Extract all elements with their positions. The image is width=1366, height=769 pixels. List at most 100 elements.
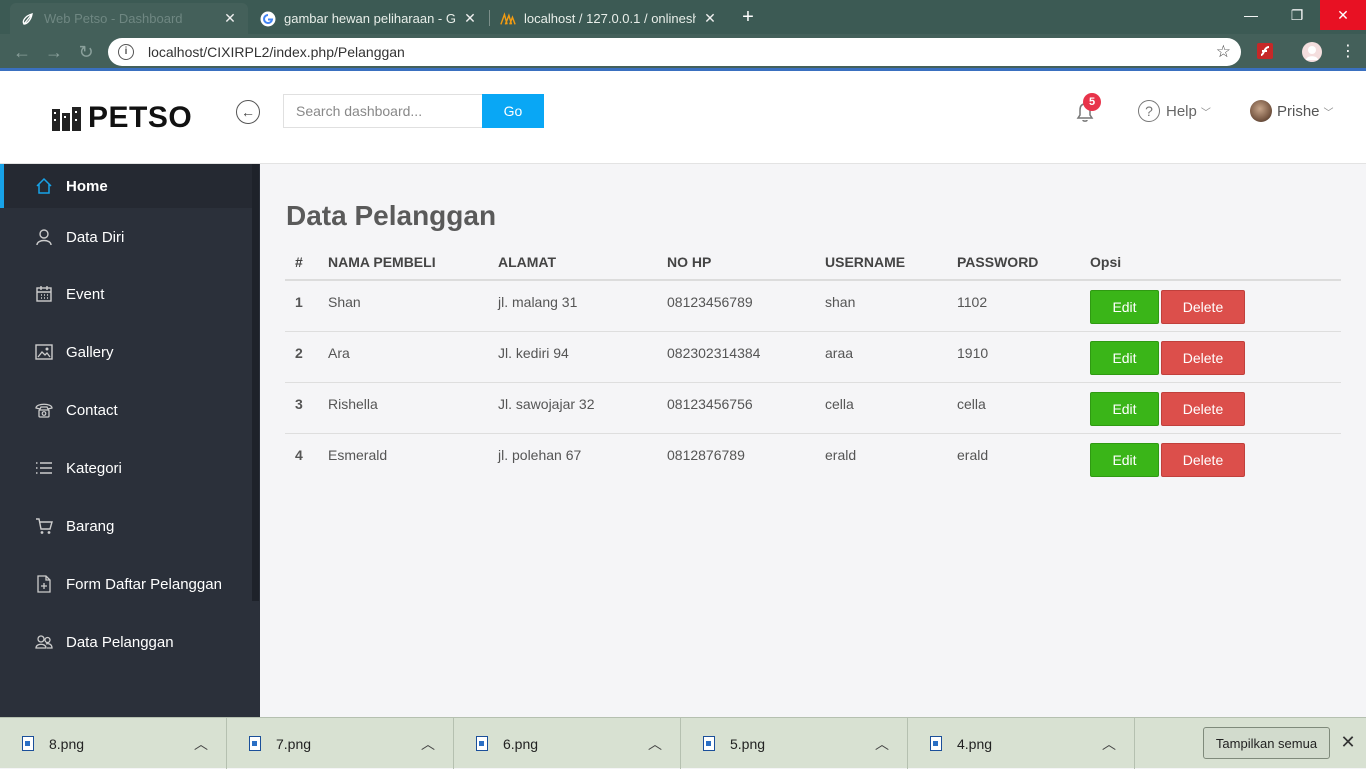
- cell-number: 4: [295, 446, 303, 463]
- column-header: NO HP: [657, 244, 815, 281]
- column-header: Opsi: [1080, 244, 1341, 281]
- column-header: NAMA PEMBELI: [318, 244, 488, 281]
- reload-icon[interactable]: ↻: [74, 40, 98, 64]
- sidebar-scrollbar[interactable]: [252, 164, 259, 601]
- help-menu[interactable]: ? Help ﹀: [1138, 100, 1211, 122]
- column-header: PASSWORD: [947, 244, 1080, 281]
- image-icon: [34, 342, 54, 362]
- close-downloads-icon[interactable]: ✕: [1339, 732, 1357, 752]
- sidebar-item-form-daftar-pelanggan[interactable]: Form Daftar Pelanggan: [0, 562, 252, 606]
- show-all-downloads-button[interactable]: Tampilkan semua: [1203, 727, 1330, 759]
- sidebar-item-label: Barang: [66, 517, 115, 535]
- cell-nama: Shan: [318, 280, 488, 332]
- cell-password: 1102: [947, 280, 1080, 332]
- flash-extension-icon[interactable]: [1256, 42, 1276, 62]
- url-text[interactable]: localhost/CIXIRPL2/index.php/Pelanggan: [148, 44, 405, 60]
- sidebar-item-barang[interactable]: Barang: [0, 504, 252, 548]
- delete-button[interactable]: Delete: [1161, 442, 1245, 477]
- users-icon: [34, 632, 54, 652]
- download-filename: 7.png: [276, 735, 312, 752]
- minimize-button[interactable]: —: [1228, 0, 1274, 30]
- main-content: Data Pelanggan # NAMA PEMBELI ALAMAT NO …: [260, 164, 1366, 717]
- delete-button[interactable]: Delete: [1161, 391, 1245, 426]
- cell-alamat: Jl. kediri 94: [488, 331, 657, 383]
- browser-tab-strip: Web Petso - Dashboard ✕ gambar hewan pel…: [0, 0, 1366, 34]
- menu-dots-icon[interactable]: ⋮: [1338, 42, 1358, 62]
- cell-username: cella: [815, 382, 947, 434]
- bookmark-star-icon[interactable]: ☆: [1216, 42, 1231, 62]
- cell-hp: 08123456789: [657, 280, 815, 332]
- sidebar-toggle-back-icon[interactable]: ←: [236, 100, 260, 124]
- browser-toolbar: ← → ↻ i localhost/CIXIRPL2/index.php/Pel…: [0, 34, 1366, 70]
- close-tab-icon[interactable]: ✕: [702, 10, 718, 27]
- sidebar-item-event[interactable]: Event: [0, 272, 252, 316]
- image-file-icon: [476, 736, 488, 751]
- close-tab-icon[interactable]: ✕: [222, 10, 238, 27]
- help-label: Help: [1166, 102, 1197, 120]
- download-item[interactable]: 7.png ︿: [227, 718, 454, 769]
- download-item[interactable]: 8.png ︿: [0, 718, 227, 769]
- table-row: 1 Shan jl. malang 31 08123456789 shan 11…: [285, 280, 1341, 332]
- sidebar-item-home[interactable]: Home: [0, 164, 252, 208]
- address-bar[interactable]: i localhost/CIXIRPL2/index.php/Pelanggan…: [108, 38, 1241, 66]
- tab-title: Web Petso - Dashboard: [44, 11, 183, 26]
- download-item[interactable]: 4.png ︿: [908, 718, 1135, 769]
- logo[interactable]: PETSO: [50, 101, 192, 135]
- chevron-down-icon: ﹀: [1200, 107, 1211, 119]
- chevron-up-icon[interactable]: ︿: [421, 734, 435, 754]
- cell-actions: Edit Delete: [1080, 433, 1341, 484]
- image-file-icon: [22, 736, 34, 751]
- sidebar-item-contact[interactable]: Contact: [0, 388, 252, 432]
- close-tab-icon[interactable]: ✕: [462, 10, 478, 27]
- cell-nama: Rishella: [318, 382, 488, 434]
- search-go-button[interactable]: Go: [482, 94, 544, 128]
- sidebar-item-label: Form Daftar Pelanggan: [66, 575, 222, 593]
- browser-tab-dashboard[interactable]: Web Petso - Dashboard ✕: [10, 3, 248, 34]
- sidebar-item-label: Home: [66, 177, 108, 195]
- sidebar-item-kategori[interactable]: Kategori: [0, 446, 252, 490]
- sidebar: Home Data Diri Event Gallery Contact Kat…: [0, 164, 260, 717]
- phone-icon: [34, 400, 54, 420]
- sidebar-item-gallery[interactable]: Gallery: [0, 330, 252, 374]
- chevron-up-icon[interactable]: ︿: [875, 734, 889, 754]
- cell-number: 1: [285, 280, 318, 332]
- browser-tab-google[interactable]: gambar hewan peliharaan - Google ✕: [250, 3, 488, 34]
- chevron-down-icon: ﹀: [1323, 107, 1334, 119]
- download-filename: 4.png: [957, 735, 993, 752]
- sidebar-item-label: Contact: [66, 401, 118, 419]
- cell-number: 2: [285, 331, 318, 383]
- chevron-up-icon[interactable]: ︿: [648, 734, 662, 754]
- forward-arrow-icon[interactable]: →: [42, 40, 66, 64]
- new-tab-button[interactable]: +: [736, 5, 760, 29]
- chevron-up-icon[interactable]: ︿: [1102, 734, 1116, 754]
- download-item[interactable]: 5.png ︿: [681, 718, 908, 769]
- home-icon: [34, 176, 54, 196]
- cell-username: shan: [815, 280, 947, 332]
- info-icon[interactable]: i: [118, 44, 134, 60]
- page-title: Data Pelanggan: [286, 200, 497, 231]
- close-window-button[interactable]: ✕: [1320, 0, 1366, 30]
- browser-tab-phpmyadmin[interactable]: localhost / 127.0.0.1 / onlineshop ✕: [490, 3, 728, 34]
- restore-button[interactable]: ❐: [1274, 0, 1320, 30]
- logo-text: PETSO: [88, 101, 193, 134]
- search-input[interactable]: [283, 94, 482, 128]
- chevron-up-icon[interactable]: ︿: [194, 734, 208, 754]
- download-item[interactable]: 6.png ︿: [454, 718, 681, 769]
- cell-alamat: Jl. sawojajar 32: [488, 382, 657, 434]
- delete-button[interactable]: Delete: [1161, 290, 1245, 324]
- cell-password: 1910: [947, 331, 1080, 383]
- user-menu[interactable]: Prishe ﹀: [1250, 100, 1334, 122]
- edit-button[interactable]: Edit: [1090, 442, 1159, 477]
- back-arrow-icon[interactable]: ←: [10, 40, 34, 64]
- cell-username: erald: [825, 446, 857, 463]
- profile-avatar-icon[interactable]: [1302, 42, 1322, 62]
- edit-button[interactable]: Edit: [1090, 340, 1159, 375]
- edit-button[interactable]: Edit: [1090, 290, 1159, 324]
- delete-button[interactable]: Delete: [1161, 340, 1245, 375]
- image-file-icon: [703, 736, 715, 751]
- sidebar-item-label: Event: [66, 285, 105, 303]
- sidebar-item-data-pelanggan[interactable]: Data Pelanggan: [0, 620, 252, 664]
- customers-table: # NAMA PEMBELI ALAMAT NO HP USERNAME PAS…: [285, 244, 1341, 484]
- sidebar-item-data-diri[interactable]: Data Diri: [0, 215, 252, 259]
- edit-button[interactable]: Edit: [1090, 391, 1159, 426]
